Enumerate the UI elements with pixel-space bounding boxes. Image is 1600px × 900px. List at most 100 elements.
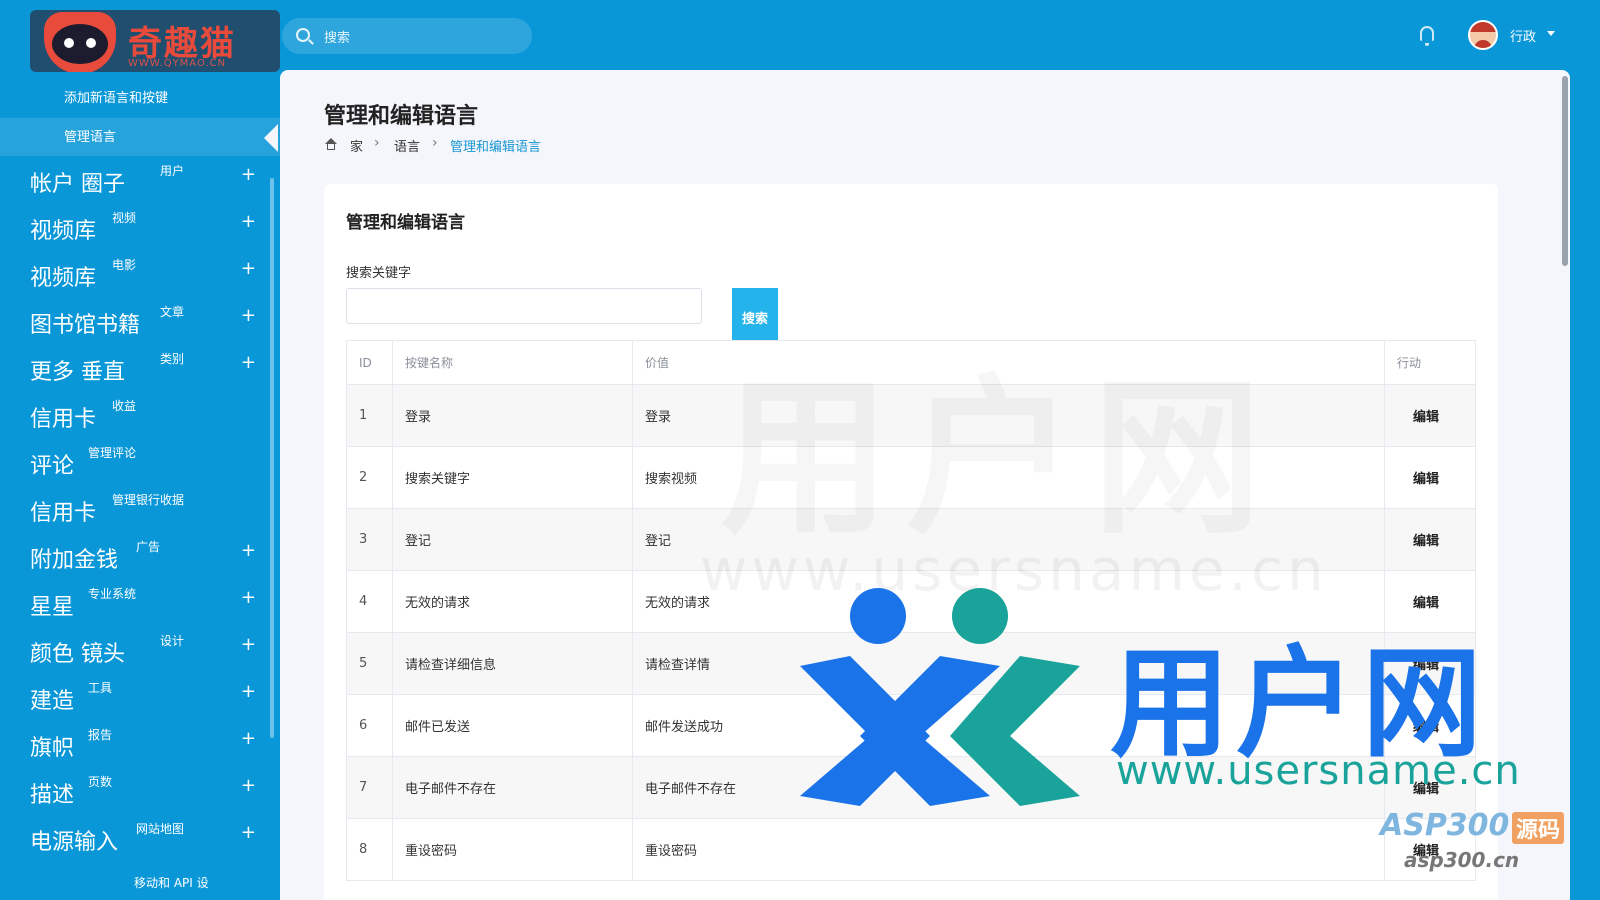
row-key: 登录 bbox=[392, 384, 633, 447]
expand-plus-icon[interactable]: + bbox=[241, 540, 256, 561]
edit-button[interactable]: 编辑 bbox=[1384, 446, 1476, 509]
search-keyword-label: 搜索关键字 bbox=[346, 266, 412, 281]
sidebar-item-bank-receipts[interactable]: 信用卡 管理银行收据 bbox=[30, 489, 266, 533]
logo[interactable]: 奇趣猫 WWW.QYMAO.CN bbox=[30, 10, 280, 72]
row-id: 8 bbox=[346, 818, 393, 881]
watermark-faint-url: www.usersname.cn bbox=[700, 536, 1328, 604]
row-key: 搜索关键字 bbox=[392, 446, 633, 509]
row-key: 邮件已发送 bbox=[392, 694, 633, 757]
row-value: 请检查详情 bbox=[632, 632, 1385, 695]
expand-plus-icon[interactable]: + bbox=[241, 822, 256, 843]
sidebar-item-design[interactable]: 颜色 镜头 设计 + bbox=[30, 630, 266, 674]
sidebar-item-categories[interactable]: 更多 垂直 类别 + bbox=[30, 348, 266, 392]
sidebar-item-sublabel: 网站地图 bbox=[136, 822, 185, 836]
chevron-right-icon: › bbox=[432, 135, 438, 151]
bell-icon[interactable] bbox=[1420, 26, 1434, 46]
sidebar-item-label: 信用卡 bbox=[30, 501, 97, 526]
sidebar-item-mobile-api[interactable]: 移动和 API 设 bbox=[134, 874, 209, 891]
sidebar-item-sublabel: 用户 bbox=[160, 164, 185, 178]
sidebar-item-ads[interactable]: 附加金钱 广告 + bbox=[30, 536, 266, 580]
expand-plus-icon[interactable]: + bbox=[241, 211, 256, 232]
row-id: 2 bbox=[346, 446, 393, 509]
expand-plus-icon[interactable]: + bbox=[241, 352, 256, 373]
sidebar-item-sublabel: 设计 bbox=[160, 634, 185, 648]
row-id: 7 bbox=[346, 756, 393, 819]
sidebar-item-articles[interactable]: 图书馆书籍 文章 + bbox=[30, 301, 266, 345]
chevron-right-icon: › bbox=[374, 135, 380, 151]
sidebar-item-sublabel: 电影 bbox=[112, 258, 137, 272]
sidebar-item-sublabel: 工具 bbox=[88, 681, 113, 695]
sidebar-item-sublabel: 页数 bbox=[88, 775, 113, 789]
sidebar-scrollbar[interactable] bbox=[270, 178, 274, 738]
edit-button[interactable]: 编辑 bbox=[1384, 632, 1476, 695]
sidebar-item-label: 建造 bbox=[30, 689, 75, 714]
expand-plus-icon[interactable]: + bbox=[241, 305, 256, 326]
row-id: 6 bbox=[346, 694, 393, 757]
sidebar-item-video-library[interactable]: 视频库 视频 + bbox=[30, 207, 266, 251]
row-value: 重设密码 bbox=[632, 818, 1385, 881]
sidebar-item-pages[interactable]: 描述 页数 + bbox=[30, 771, 266, 815]
expand-plus-icon[interactable]: + bbox=[241, 681, 256, 702]
chevron-down-icon[interactable] bbox=[1547, 31, 1555, 36]
sidebar-item-label: 更多 垂直 bbox=[30, 360, 125, 385]
sidebar-item-sublabel: 文章 bbox=[160, 305, 185, 319]
sidebar-item-sublabel: 管理评论 bbox=[88, 446, 137, 460]
header-search-placeholder: 搜索 bbox=[324, 31, 351, 46]
sidebar-item-reports[interactable]: 旗帜 报告 + bbox=[30, 724, 266, 768]
sidebar-item-sublabel: 报告 bbox=[88, 728, 113, 742]
expand-plus-icon[interactable]: + bbox=[241, 728, 256, 749]
watermark-asp-url: asp300.cn bbox=[1404, 848, 1520, 872]
card-title: 管理和编辑语言 bbox=[346, 213, 465, 233]
sidebar-sub-item-add-language[interactable]: 添加新语言和按键 bbox=[64, 87, 168, 106]
sidebar-item-label: 视频库 bbox=[30, 219, 97, 244]
sidebar-item-label: 帐户 圈子 bbox=[30, 172, 125, 197]
edit-button[interactable]: 编辑 bbox=[1384, 508, 1476, 571]
row-id: 4 bbox=[346, 570, 393, 633]
avatar[interactable] bbox=[1468, 20, 1498, 50]
expand-plus-icon[interactable]: + bbox=[241, 634, 256, 655]
sidebar-sub-item-manage-language[interactable]: 管理语言 bbox=[64, 126, 116, 145]
edit-button[interactable]: 编辑 bbox=[1384, 384, 1476, 447]
row-value: 电子邮件不存在 bbox=[632, 756, 1385, 819]
breadcrumb-current: 管理和编辑语言 bbox=[450, 140, 542, 155]
table-row: 7 电子邮件不存在 电子邮件不存在 编辑 bbox=[346, 756, 1476, 819]
table-row: 5 请检查详细信息 请检查详情 编辑 bbox=[346, 632, 1476, 695]
breadcrumb-home[interactable]: 家 bbox=[350, 136, 363, 155]
sidebar-item-sublabel: 收益 bbox=[112, 399, 137, 413]
top-bar: 奇趣猫 WWW.QYMAO.CN 搜索 行政 bbox=[0, 0, 1600, 72]
edit-button[interactable]: 编辑 bbox=[1384, 570, 1476, 633]
user-menu-label[interactable]: 行政 bbox=[1510, 26, 1536, 45]
sidebar-item-movies[interactable]: 视频库 电影 + bbox=[30, 254, 266, 298]
row-id: 5 bbox=[346, 632, 393, 695]
sidebar-item-label: 视频库 bbox=[30, 266, 97, 291]
column-header-key[interactable]: 按键名称 bbox=[392, 340, 633, 385]
header-search[interactable]: 搜索 bbox=[282, 18, 532, 54]
expand-plus-icon[interactable]: + bbox=[241, 775, 256, 796]
table-row: 6 邮件已发送 邮件发送成功 编辑 bbox=[346, 694, 1476, 757]
edit-button[interactable]: 编辑 bbox=[1384, 694, 1476, 757]
sidebar-item-label: 颜色 镜头 bbox=[30, 642, 125, 667]
breadcrumb-languages[interactable]: 语言 bbox=[394, 136, 420, 155]
sidebar-item-label: 信用卡 bbox=[30, 407, 97, 432]
expand-plus-icon[interactable]: + bbox=[241, 587, 256, 608]
sidebar-item-comments[interactable]: 评论 管理评论 bbox=[30, 442, 266, 486]
sidebar-item-sitemap[interactable]: 电源输入 网站地图 + bbox=[30, 818, 266, 862]
column-header-id[interactable]: ID bbox=[346, 340, 393, 385]
sidebar: 添加新语言和按键 管理语言 帐户 圈子 用户 + 视频库 视频 + 视频库 电影… bbox=[0, 80, 280, 900]
search-icon bbox=[296, 28, 310, 42]
sidebar-active-highlight bbox=[0, 118, 280, 156]
expand-plus-icon[interactable]: + bbox=[241, 258, 256, 279]
row-key: 电子邮件不存在 bbox=[392, 756, 633, 819]
expand-plus-icon[interactable]: + bbox=[241, 164, 256, 185]
row-value: 邮件发送成功 bbox=[632, 694, 1385, 757]
sidebar-item-pro-system[interactable]: 星星 专业系统 + bbox=[30, 583, 266, 627]
watermark-faint-brand: 用户网 bbox=[720, 320, 1278, 566]
row-key: 请检查详细信息 bbox=[392, 632, 633, 695]
home-icon[interactable] bbox=[324, 138, 337, 150]
main-scrollbar[interactable] bbox=[1562, 76, 1568, 266]
sidebar-item-earnings[interactable]: 信用卡 收益 bbox=[30, 395, 266, 439]
sidebar-item-tools[interactable]: 建造 工具 + bbox=[30, 677, 266, 721]
sidebar-item-accounts[interactable]: 帐户 圈子 用户 + bbox=[30, 160, 266, 204]
search-keyword-input[interactable] bbox=[346, 288, 702, 324]
sidebar-item-label: 评论 bbox=[30, 454, 75, 479]
